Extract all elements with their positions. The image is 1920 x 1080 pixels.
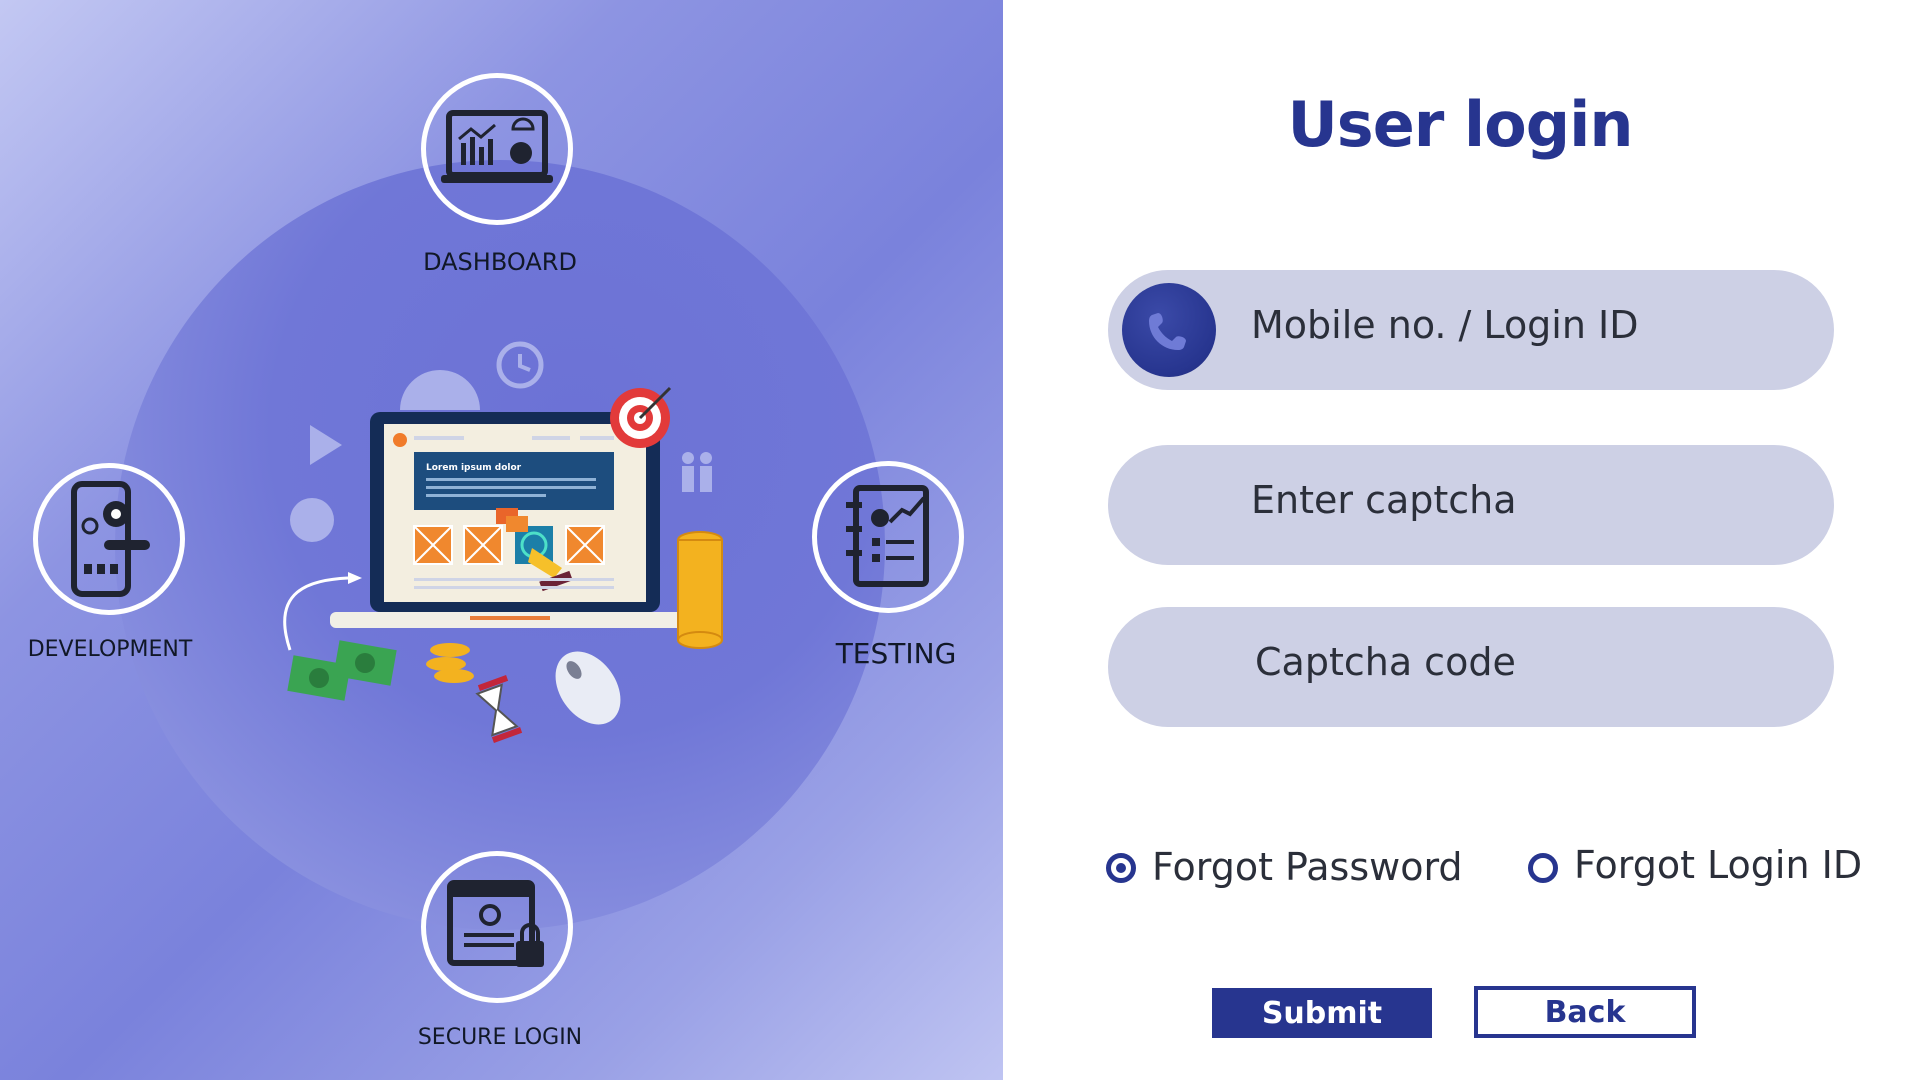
forgot-login-id-label[interactable]: Forgot Login ID bbox=[1574, 843, 1862, 887]
people-icon bbox=[682, 452, 712, 492]
small-coins-icon bbox=[426, 643, 474, 683]
secure-login-node bbox=[421, 851, 573, 1003]
forgot-login-id-radio[interactable] bbox=[1528, 853, 1558, 883]
play-icon bbox=[310, 425, 342, 465]
hourglass-icon bbox=[475, 675, 523, 743]
mobile-gear-icon bbox=[71, 481, 150, 597]
target-icon bbox=[610, 386, 672, 448]
submit-button[interactable]: Submit bbox=[1212, 988, 1432, 1038]
mouse-icon bbox=[555, 651, 621, 725]
forgot-password-radio[interactable] bbox=[1106, 853, 1136, 883]
dashboard-monitor-icon bbox=[441, 110, 553, 183]
development-label: DEVELOPMENT bbox=[27, 637, 193, 662]
flower-icon bbox=[290, 498, 334, 542]
illustration-panel: DASHBOARD DEVELOPMENT TESTING SECURE LOG… bbox=[0, 0, 1003, 1080]
globe-icon bbox=[400, 370, 480, 410]
mobile-login-id-field[interactable]: Mobile no. / Login ID bbox=[1108, 270, 1834, 390]
dashboard-node bbox=[421, 73, 573, 225]
secure-login-window-icon bbox=[447, 880, 544, 967]
coins-icon bbox=[677, 531, 723, 649]
mobile-login-id-placeholder: Mobile no. / Login ID bbox=[1251, 303, 1639, 347]
testing-node bbox=[812, 461, 964, 613]
testing-label: TESTING bbox=[835, 637, 957, 670]
dashboard-label: DASHBOARD bbox=[423, 248, 577, 276]
enter-captcha-field[interactable]: Enter captcha bbox=[1108, 445, 1834, 565]
clock-icon bbox=[496, 341, 544, 389]
development-node bbox=[33, 463, 185, 615]
captcha-code-display: Captcha code bbox=[1108, 607, 1834, 727]
back-button[interactable]: Back bbox=[1474, 986, 1696, 1038]
forgot-password-label[interactable]: Forgot Password bbox=[1152, 845, 1463, 889]
captcha-code-text: Captcha code bbox=[1255, 640, 1516, 684]
secure-login-label: SECURE LOGIN bbox=[417, 1025, 583, 1050]
laptop-illustration: Lorem ipsum dolor bbox=[283, 341, 723, 743]
phone-icon bbox=[1122, 283, 1216, 377]
checklist-notebook-icon bbox=[846, 485, 929, 587]
page-title: User login bbox=[1287, 88, 1633, 161]
enter-captcha-placeholder: Enter captcha bbox=[1251, 478, 1517, 522]
laptop-screen-heading: Lorem ipsum dolor bbox=[426, 463, 522, 473]
money-icon bbox=[287, 640, 397, 701]
